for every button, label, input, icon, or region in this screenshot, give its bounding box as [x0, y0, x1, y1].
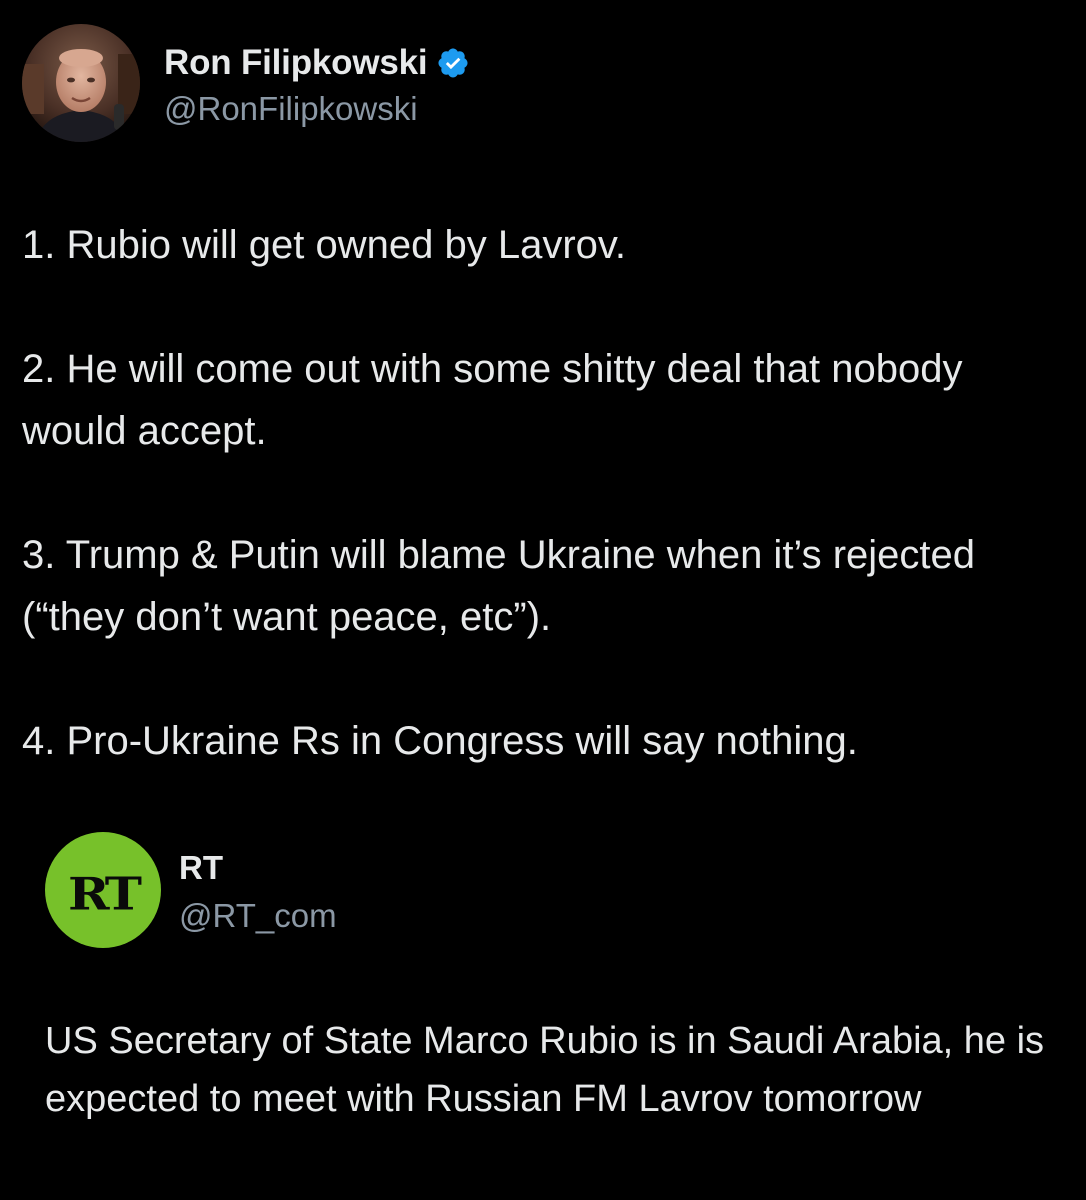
quoted-author-handle[interactable]: @RT_com: [179, 897, 337, 935]
tweet-author[interactable]: Ron Filipkowski @RonFilipkowski: [22, 24, 470, 142]
quoted-tweet-text: US Secretary of State Marco Rubio is in …: [45, 1020, 1045, 1120]
quoted-author-info: RT @RT_com: [179, 845, 337, 935]
rt-logo-avatar[interactable]: RT: [45, 832, 161, 948]
author-display-name[interactable]: Ron Filipkowski: [164, 43, 428, 83]
quoted-tweet-author[interactable]: RT RT @RT_com: [45, 832, 337, 948]
verified-badge-icon: [436, 46, 470, 80]
tweet-paragraph: 4. Pro-Ukraine Rs in Congress will say n…: [22, 719, 858, 763]
tweet-paragraph: 3. Trump & Putin will blame Ukraine when…: [22, 533, 976, 639]
tweet-paragraph: 2. He will come out with some shitty dea…: [22, 347, 963, 453]
author-handle[interactable]: @RonFilipkowski: [164, 90, 470, 128]
name-row: Ron Filipkowski: [164, 38, 470, 88]
quoted-author-display-name[interactable]: RT: [179, 845, 337, 891]
avatar[interactable]: [22, 24, 140, 142]
avatar-image: [22, 24, 140, 142]
tweet-text: 1. Rubio will get owned by Lavrov. 2. He…: [22, 214, 1052, 834]
author-info: Ron Filipkowski @RonFilipkowski: [164, 38, 470, 128]
rt-logo-text: RT: [68, 866, 142, 920]
tweet-paragraph: 1. Rubio will get owned by Lavrov.: [22, 223, 627, 267]
tweet: Ron Filipkowski @RonFilipkowski 1. Rubio…: [0, 0, 1086, 1200]
